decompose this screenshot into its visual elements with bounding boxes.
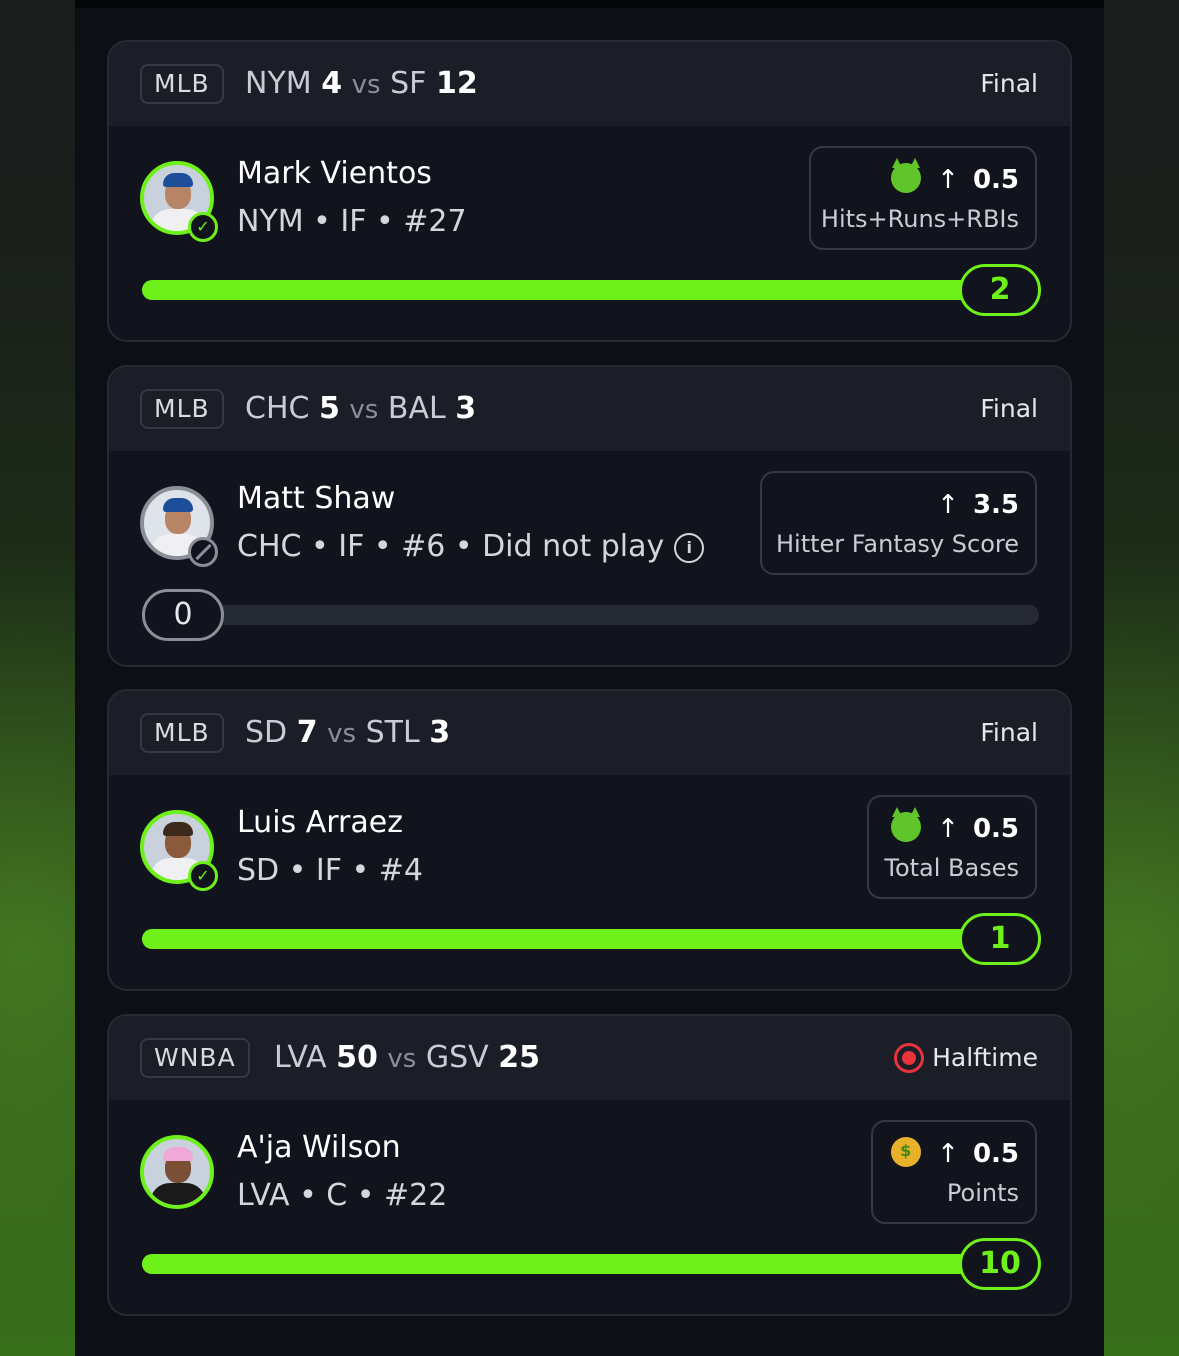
money-face-emoji-icon (891, 1133, 922, 1169)
league-badge: MLB (140, 713, 224, 753)
devil-emoji-icon (891, 158, 922, 193)
check-icon: ✓ (188, 212, 218, 242)
player-meta: NYM • IF • #27 (237, 204, 467, 239)
arrow-up-icon: ↑ (937, 814, 959, 844)
info-icon[interactable]: i (674, 533, 705, 563)
game-status: Halftime (932, 1043, 1038, 1072)
devil-emoji-icon (891, 807, 922, 842)
game-header: MLB SD 7 vs STL 3 Final (109, 691, 1070, 775)
progress-track (142, 1254, 1039, 1274)
pick-stat: Total Bases (884, 854, 1019, 882)
game-score: SD 7 vs STL 3 (245, 715, 451, 750)
pick-box[interactable]: ↑ 0.5 Total Bases (867, 795, 1037, 899)
progress-track (142, 605, 1039, 625)
pick-stat: Points (946, 1179, 1019, 1207)
pick-card[interactable]: WNBA LVA 50 vs GSV 25 Halftime A'ja Wils… (107, 1014, 1072, 1316)
league-badge: WNBA (140, 1038, 250, 1078)
pick-line: ↑0.5 (891, 807, 1019, 847)
progress-fill (142, 1254, 1039, 1274)
pick-box[interactable]: ↑ 0.5 Hits+Runs+RBIs (809, 146, 1037, 250)
player-name: Luis Arraez (237, 805, 403, 840)
pick-card[interactable]: MLB SD 7 vs STL 3 Final ✓ Luis Arraez SD… (107, 689, 1072, 991)
pick-stat: Hitter Fantasy Score (776, 530, 1019, 558)
pick-box[interactable]: ↑ 3.5 Hitter Fantasy Score (760, 471, 1037, 575)
result-value: 2 (959, 264, 1041, 316)
player-name: A'ja Wilson (237, 1130, 401, 1165)
arrow-up-icon: ↑ (937, 1139, 959, 1169)
entries-panel: MLB NYM 4 vs SF 12 Final ✓ Mark Vientos … (75, 0, 1104, 1356)
player-name: Matt Shaw (237, 481, 396, 516)
player-meta: CHC • IF • #6 • Did not play i (237, 527, 705, 567)
game-header: MLB CHC 5 vs BAL 3 Final (109, 367, 1070, 451)
background-left-edge (0, 0, 75, 1356)
pick-box[interactable]: ↑0.5 Points (871, 1120, 1037, 1224)
result-value: 10 (959, 1238, 1041, 1290)
player-avatar[interactable] (140, 1135, 214, 1209)
player-meta: LVA • C • #22 (237, 1178, 448, 1213)
not-allowed-icon (188, 537, 218, 567)
game-status: Final (980, 69, 1038, 98)
game-status: Final (980, 394, 1038, 423)
pick-card[interactable]: MLB NYM 4 vs SF 12 Final ✓ Mark Vientos … (107, 40, 1072, 342)
arrow-up-icon: ↑ (937, 165, 959, 195)
pick-line: ↑0.5 (891, 1133, 1019, 1172)
game-score: CHC 5 vs BAL 3 (245, 391, 477, 426)
result-value: 1 (959, 913, 1041, 965)
top-divider (75, 0, 1104, 8)
result-value: 0 (142, 589, 224, 641)
pick-line: ↑0.5 (891, 158, 1019, 198)
player-name: Mark Vientos (237, 156, 432, 191)
check-icon: ✓ (188, 861, 218, 891)
game-header: MLB NYM 4 vs SF 12 Final (109, 42, 1070, 126)
arrow-up-icon: ↑ (937, 490, 959, 520)
progress-track (142, 280, 1039, 300)
progress-fill (142, 929, 1039, 949)
player-meta: SD • IF • #4 (237, 853, 424, 888)
league-badge: MLB (140, 389, 224, 429)
pick-line: ↑ 3.5 (937, 490, 1019, 520)
progress-fill (142, 280, 1039, 300)
background-right-edge (1104, 0, 1179, 1356)
progress-track (142, 929, 1039, 949)
game-score: LVA 50 vs GSV 25 (274, 1040, 540, 1075)
pick-card[interactable]: MLB CHC 5 vs BAL 3 Final Matt Shaw CHC •… (107, 365, 1072, 667)
game-header: WNBA LVA 50 vs GSV 25 Halftime (109, 1016, 1070, 1100)
game-status: Final (980, 718, 1038, 747)
live-indicator-icon (894, 1043, 924, 1073)
pick-stat: Hits+Runs+RBIs (820, 205, 1019, 233)
game-score: NYM 4 vs SF 12 (245, 66, 478, 101)
league-badge: MLB (140, 64, 224, 104)
